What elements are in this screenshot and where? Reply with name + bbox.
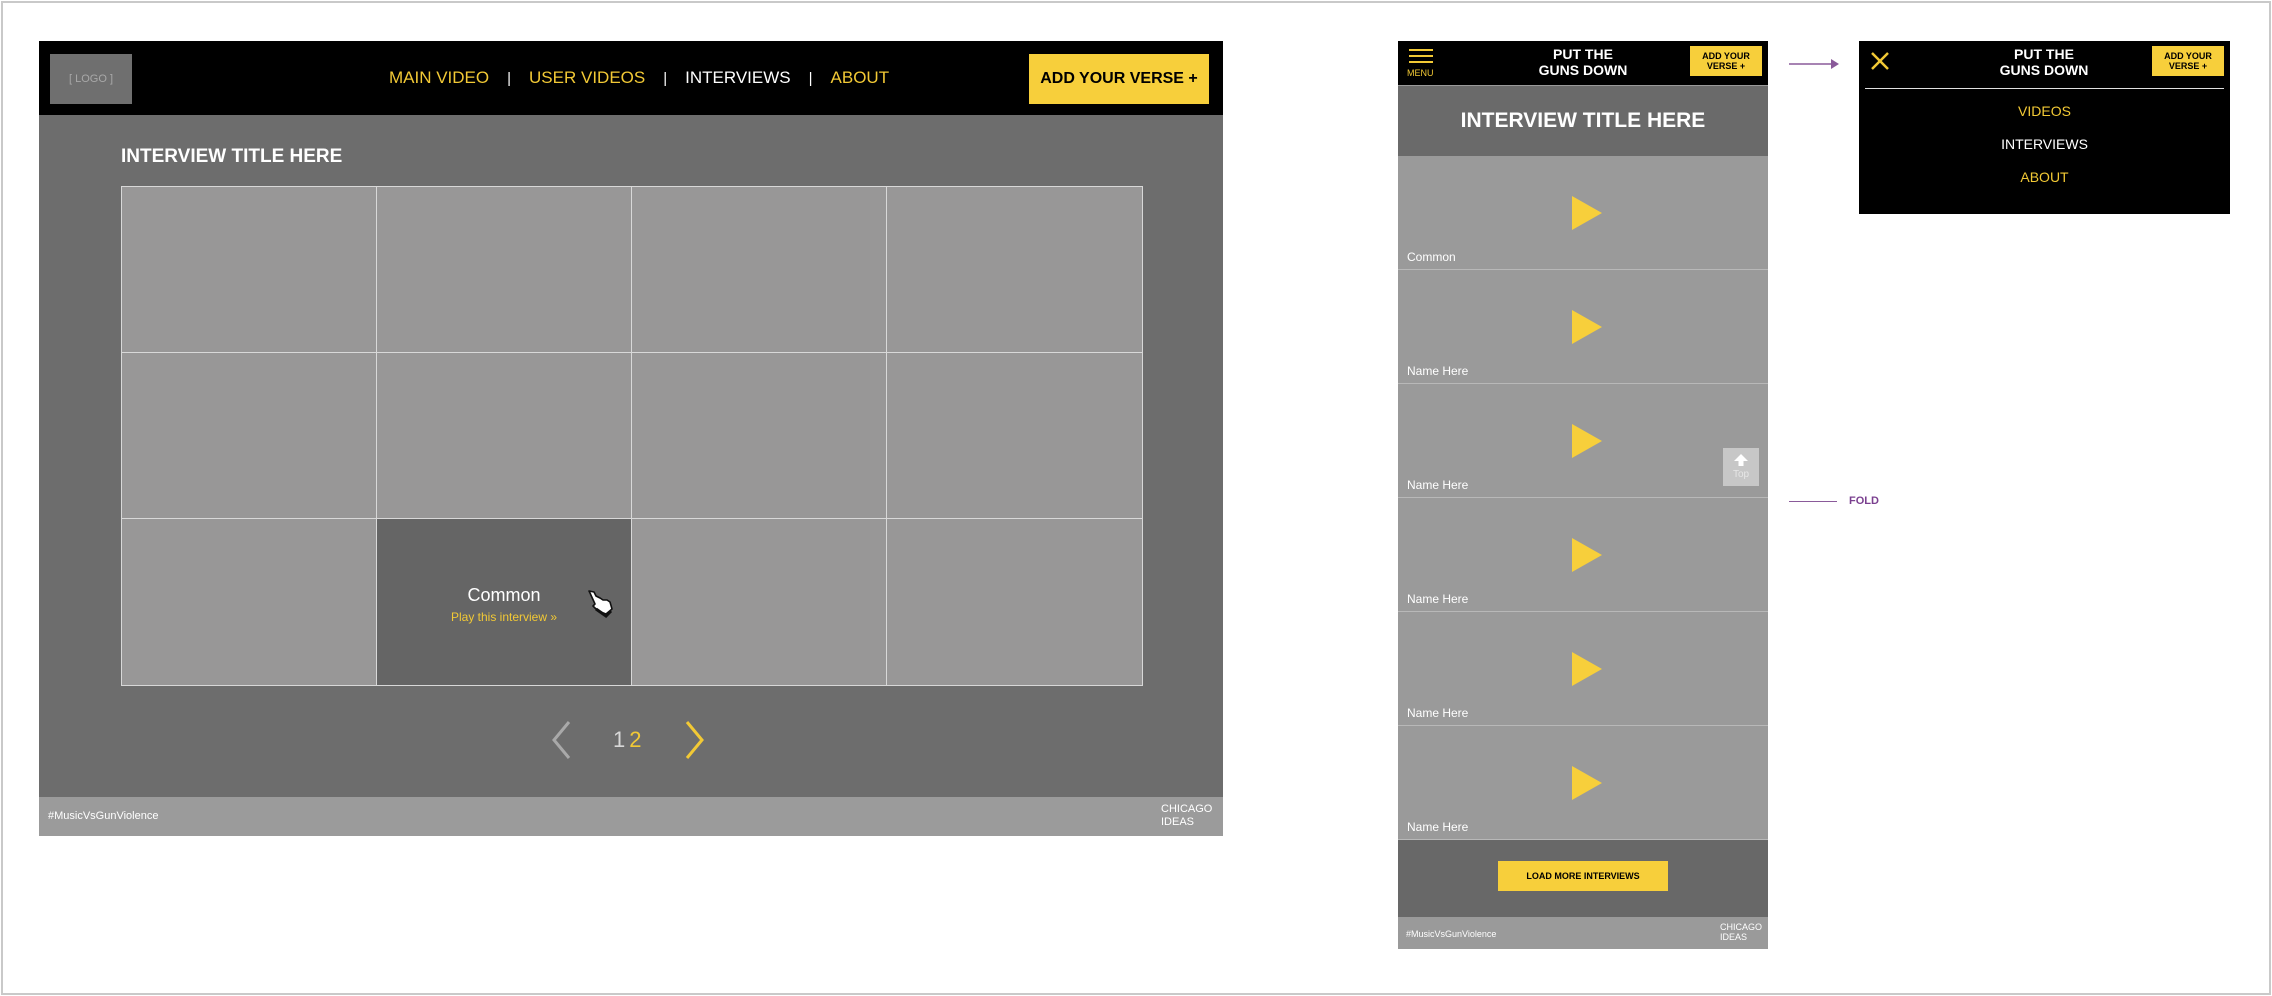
play-icon[interactable] [1570, 536, 1604, 574]
interview-name: Name Here [1407, 592, 1469, 606]
list-item[interactable]: Name Here [1398, 384, 1768, 498]
interview-tile[interactable] [632, 187, 887, 353]
close-icon[interactable] [1870, 51, 1890, 71]
interview-tile[interactable] [632, 519, 887, 685]
menu-item-interviews[interactable]: INTERVIEWS [1859, 135, 2230, 168]
nav-separator: | [507, 69, 512, 87]
nav-separator: | [808, 69, 813, 87]
play-icon[interactable] [1570, 422, 1604, 460]
interview-tile[interactable] [887, 187, 1142, 353]
desktop-header: [ LOGO ] MAIN VIDEO | USER VIDEOS | INTE… [39, 41, 1223, 115]
interview-tile[interactable] [122, 519, 377, 685]
play-icon[interactable] [1570, 194, 1604, 232]
list-item[interactable]: Name Here [1398, 498, 1768, 612]
desktop-wireframe: [ LOGO ] MAIN VIDEO | USER VIDEOS | INTE… [39, 41, 1223, 836]
desktop-footer: #MusicVsGunViolence CHICAGO IDEAS [39, 797, 1223, 836]
page-title: INTERVIEW TITLE HERE [1398, 86, 1768, 156]
load-more-bar: LOAD MORE INTERVIEWS [1398, 840, 1768, 917]
nav-interviews[interactable]: INTERVIEWS [685, 68, 790, 88]
interview-name: Name Here [1407, 820, 1469, 834]
nav-separator: | [663, 69, 668, 87]
interview-tile[interactable] [887, 519, 1142, 685]
list-item[interactable]: Name Here [1398, 726, 1768, 840]
interview-list: Common Name Here Name Here Name Here Nam… [1398, 156, 1768, 840]
menu-item-videos[interactable]: VIDEOS [1859, 102, 2230, 135]
footer-brand[interactable]: CHICAGO IDEAS [1720, 922, 1766, 942]
list-item[interactable]: Name Here [1398, 270, 1768, 384]
fold-line [1789, 501, 1837, 502]
mobile-header: MENU PUT THE GUNS DOWN ADD YOUR VERSE + [1398, 41, 1768, 85]
nav-user-videos[interactable]: USER VIDEOS [529, 68, 645, 88]
footer-brand[interactable]: CHICAGO IDEAS [1161, 803, 1217, 829]
chevron-right-icon[interactable] [683, 719, 707, 761]
interview-tile[interactable] [122, 187, 377, 353]
page-2-link[interactable]: 2 [629, 727, 641, 752]
play-interview-link[interactable]: Play this interview » [451, 610, 557, 624]
interview-name: Name Here [1407, 364, 1469, 378]
menu-item-about[interactable]: ABOUT [1859, 168, 2230, 201]
interview-tile[interactable] [122, 353, 377, 519]
main-nav: MAIN VIDEO | USER VIDEOS | INTERVIEWS | … [389, 41, 889, 115]
play-icon[interactable] [1570, 764, 1604, 802]
fold-label: FOLD [1849, 495, 1879, 507]
interview-name: Common [467, 584, 541, 605]
menu-divider [1865, 88, 2224, 89]
interview-name: Name Here [1407, 706, 1469, 720]
interview-grid: Common Play this interview » [121, 186, 1143, 686]
add-your-verse-button[interactable]: ADD YOUR VERSE + [2152, 46, 2224, 76]
page-numbers: 12 [613, 727, 642, 753]
logo-placeholder[interactable]: [ LOGO ] [50, 54, 132, 104]
interview-tile[interactable] [887, 353, 1142, 519]
add-your-verse-button[interactable]: ADD YOUR VERSE + [1690, 46, 1762, 76]
page-1-link[interactable]: 1 [613, 727, 625, 752]
nav-main-video[interactable]: MAIN VIDEO [389, 68, 489, 88]
menu-label[interactable]: MENU [1407, 68, 1434, 78]
interview-name: Name Here [1407, 478, 1469, 492]
hashtag: #MusicVsGunViolence [48, 810, 159, 822]
interview-tile-hover[interactable]: Common Play this interview » [377, 519, 632, 685]
interview-tile[interactable] [377, 353, 632, 519]
mobile-menu-open: PUT THE GUNS DOWN ADD YOUR VERSE + VIDEO… [1859, 41, 2230, 214]
arrow-up-icon [1734, 454, 1748, 466]
interview-tile[interactable] [632, 353, 887, 519]
mobile-footer: #MusicVsGunViolence CHICAGO IDEAS [1398, 917, 1768, 949]
add-your-verse-button[interactable]: ADD YOUR VERSE + [1029, 54, 1209, 104]
hamburger-menu-icon[interactable] [1409, 48, 1433, 66]
page-title: INTERVIEW TITLE HERE [121, 146, 343, 167]
list-item[interactable]: Common [1398, 156, 1768, 270]
back-to-top-button[interactable]: Top [1723, 448, 1759, 486]
arrow-right-icon [1789, 59, 1839, 69]
brand-title: PUT THE GUNS DOWN [1999, 46, 2089, 78]
nav-about[interactable]: ABOUT [831, 68, 890, 88]
hand-pointer-icon [588, 590, 613, 618]
hashtag: #MusicVsGunViolence [1406, 929, 1497, 939]
play-icon[interactable] [1570, 650, 1604, 688]
interview-name: Common [1407, 250, 1456, 264]
chevron-left-icon[interactable] [549, 719, 573, 761]
list-item[interactable]: Name Here [1398, 612, 1768, 726]
load-more-button[interactable]: LOAD MORE INTERVIEWS [1498, 861, 1668, 891]
mobile-wireframe: MENU PUT THE GUNS DOWN ADD YOUR VERSE + … [1398, 41, 1768, 949]
play-icon[interactable] [1570, 308, 1604, 346]
menu-links: VIDEOS INTERVIEWS ABOUT [1859, 102, 2230, 201]
brand-title: PUT THE GUNS DOWN [1538, 46, 1628, 78]
pagination: 12 [549, 719, 729, 763]
interview-tile[interactable] [377, 187, 632, 353]
top-label: Top [1732, 469, 1750, 480]
